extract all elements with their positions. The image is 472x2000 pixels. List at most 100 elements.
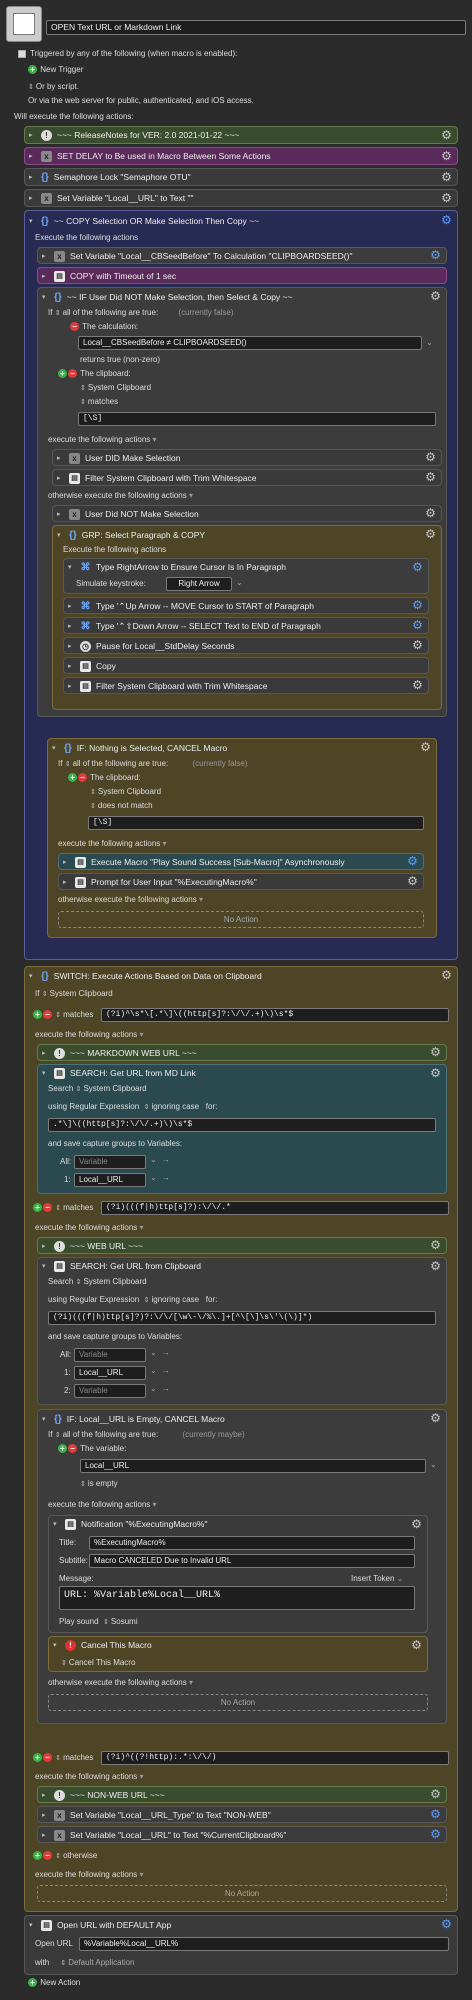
chevron-down-icon[interactable]: ⌄ [150,1384,157,1393]
action-set-local-url[interactable]: ▸ x Set Variable "Local__URL" to Text "" ⚙ [24,189,458,207]
add-case-button[interactable]: + [33,1851,42,1860]
clipboard-select[interactable]: ⇕ System Clipboard [90,787,161,796]
grp-select-paragraph[interactable]: ▾{} GRP: Select Paragraph & COPY ⚙ Execut… [52,525,442,710]
chevron-down-icon[interactable]: ⌄ [150,1348,157,1357]
case3-regex[interactable]: (?i)^((?!http):.*:\/\/) [101,1751,449,1765]
gear-icon[interactable]: ⚙ [440,150,453,163]
regex-field[interactable]: [\S] [78,412,436,426]
gear-icon[interactable]: ⚙ [429,1808,442,1821]
action-set-delay[interactable]: ▸ x SET DELAY to Be used in Macro Between … [24,147,458,165]
nonweb-comment[interactable]: ▸! ~~~ NON-WEB URL ~~~ ⚙ [37,1786,447,1803]
action-execute-macro[interactable]: ▸ ▤ Execute Macro "Play Sound Success [Sub… [58,853,424,870]
add-case-button[interactable]: + [33,1203,42,1212]
chevron-down-icon[interactable]: ⌄ [430,1460,437,1469]
insert-token-button[interactable]: Insert Token ⌄ [351,1574,403,1583]
gear-icon[interactable]: ⚙ [429,1260,442,1273]
action-pause[interactable]: ▸ ◷ Pause for Local__StdDelay Seconds ⚙ [63,637,429,654]
remove-case-button[interactable]: − [43,1203,52,1212]
open-url-field[interactable]: %Variable%Local__URL% [79,1937,449,1951]
capture-1-field[interactable]: Local__URL [74,1366,146,1380]
gear-icon[interactable]: ⚙ [410,1639,423,1652]
add-case-button[interactable]: + [33,1753,42,1762]
gear-icon[interactable]: ⚙ [440,171,453,184]
message-field[interactable]: URL: %Variable%Local__URL% [59,1586,415,1610]
md-comment[interactable]: ▸! ~~~ MARKDOWN WEB URL ~~~ ⚙ [37,1044,447,1061]
gear-icon[interactable]: ⚙ [429,1828,442,1841]
switch-block[interactable]: ▾{} SWITCH: Execute Actions Based on Data… [24,966,458,1912]
add-condition-button[interactable]: + [68,773,77,782]
action-user-did-not-select[interactable]: ▸ x User Did NOT Make Selection ⚙ [52,505,442,522]
new-trigger-button[interactable]: + New Trigger [28,65,83,74]
gear-icon[interactable]: ⚙ [429,1067,442,1080]
action-notification[interactable]: ▾ ▤ Notification "%ExecutingMacro%" ⚙ Titl… [48,1515,428,1633]
web-comment[interactable]: ▸! ~~~ WEB URL ~~~ ⚙ [37,1237,447,1254]
action-open-url[interactable]: ▾ ▤ Open URL with DEFAULT App ⚙ Open URL %… [24,1915,458,1975]
gear-icon[interactable]: ⚙ [440,1918,453,1931]
case1-regex[interactable]: (?i)^\s*\[.*\]\((http[s]?:\/\/.+)\)\s*$ [101,1008,449,1022]
notification-title-field[interactable]: %ExecutingMacro% [89,1536,415,1550]
calculation-field[interactable]: Local__CBSeedBefore ≠ CLIPBOARDSEED() [78,336,422,350]
add-condition-button[interactable]: + [58,1444,67,1453]
gear-icon[interactable]: ⚙ [411,679,424,692]
action-semaphore[interactable]: ▸{} Semaphore Lock "Semaphore OTU" ⚙ [24,168,458,186]
gear-icon[interactable]: ⚙ [429,290,442,303]
capture-all-field[interactable]: Variable [74,1348,146,1362]
sound-select[interactable]: Sosumi [111,1617,138,1626]
gear-icon[interactable]: ⚙ [406,855,419,868]
remove-case-button[interactable]: − [43,1851,52,1860]
gear-icon[interactable]: ⚙ [406,875,419,888]
keystroke-field[interactable]: Right Arrow [166,577,232,591]
gear-icon[interactable]: ⚙ [411,639,424,652]
capture-all-field[interactable]: Variable [74,1155,146,1169]
action-filter-trim[interactable]: ▸ ▤ Filter System Clipboard with Trim Whit… [63,677,429,694]
action-copy[interactable]: ▸ ▤ Copy [63,657,429,674]
action-set-url-type[interactable]: ▸ x Set Variable "Local__URL_Type" to Text… [37,1806,447,1823]
gear-icon[interactable]: ⚙ [429,1239,442,1252]
gear-icon[interactable]: ⚙ [424,471,437,484]
gear-icon[interactable]: ⚙ [424,528,437,541]
if-url-empty[interactable]: ▾{} IF: Local__URL is Empty, CANCEL Macro… [37,1409,447,1724]
application-select[interactable]: Default Application [68,1958,134,1967]
action-type-up[interactable]: ▸ ⌘ Type '⌃Up Arrow -- MOVE Cursor to STAR… [63,597,429,614]
gear-icon[interactable]: ⚙ [440,129,453,142]
regex-field[interactable]: (?i)(((f|h)ttp[s]?)?:\/\/[\w\-\/%\.]+[^\… [48,1311,436,1325]
gear-icon[interactable]: ⚙ [429,1788,442,1801]
search-clipboard[interactable]: ▾ ▤ SEARCH: Get URL from Clipboard ⚙ Searc… [37,1257,447,1405]
action-type-right[interactable]: ▾ ⌘ Type RightArrow to Ensure Cursor Is In… [63,558,429,594]
remove-case-button[interactable]: − [43,1010,52,1019]
regex-field[interactable]: [\S] [88,816,424,830]
gear-icon[interactable]: ⚙ [440,969,453,982]
gear-icon[interactable]: ⚙ [429,1412,442,1425]
action-type-down[interactable]: ▸ ⌘ Type '⌃⇧Down Arrow -- SELECT Text to E… [63,617,429,634]
variable-field[interactable]: Local__URL [80,1459,426,1473]
capture-1-field[interactable]: Local__URL [74,1173,146,1187]
regex-field[interactable]: .*\]\((http[s]?:\/\/.+)\)\s*$ [48,1118,436,1132]
remove-condition-button[interactable]: − [68,1444,77,1453]
gear-icon[interactable]: ⚙ [410,1518,423,1531]
action-copy-timeout[interactable]: ▸ ▤ COPY with Timeout of 1 sec [37,267,447,284]
gear-icon[interactable]: ⚙ [424,507,437,520]
notification-subtitle-field[interactable]: Macro CANCELED Due to Invalid URL [89,1554,415,1568]
if-user-selection[interactable]: ▾{} ~~ IF User Did NOT Make Selection, th… [37,287,447,717]
gear-icon[interactable]: ⚙ [429,249,442,262]
add-condition-button[interactable]: + [58,369,67,378]
case2-regex[interactable]: (?i)(((f|h)ttp[s]?):\/\/.* [101,1201,449,1215]
gear-icon[interactable]: ⚙ [411,599,424,612]
cancel-select[interactable]: ⇕ Cancel This Macro [61,1658,135,1667]
condition-select[interactable]: ⇕ is empty [80,1479,118,1488]
if-nothing-selected[interactable]: ▾{} IF: Nothing is Selected, CANCEL Macro… [47,738,437,938]
gear-icon[interactable]: ⚙ [424,451,437,464]
copy-group[interactable]: ▾{} ~~ COPY Selection OR Make Selection T… [24,210,458,960]
search-md-link[interactable]: ▾ ▤ SEARCH: Get URL from MD Link ⚙ Search … [37,1064,447,1194]
remove-condition-button[interactable]: − [78,773,87,782]
match-select[interactable]: ⇕ matches [80,397,118,406]
chevron-down-icon[interactable]: ⌄ [236,578,243,587]
chevron-down-icon[interactable]: ⌄ [150,1155,157,1164]
action-filter-clipboard[interactable]: ▸ ▤ Filter System Clipboard with Trim Whit… [52,469,442,486]
action-user-did-select[interactable]: ▸ x User DID Make Selection ⚙ [52,449,442,466]
gear-icon[interactable]: ⚙ [429,1046,442,1059]
no-action-placeholder[interactable]: No Action [37,1885,447,1902]
gear-icon[interactable]: ⚙ [440,192,453,205]
gear-icon[interactable]: ⚙ [411,561,424,574]
action-release-notes[interactable]: ▸! ~~~ ReleaseNotes for VER: 2.0 2021-01-… [24,126,458,144]
